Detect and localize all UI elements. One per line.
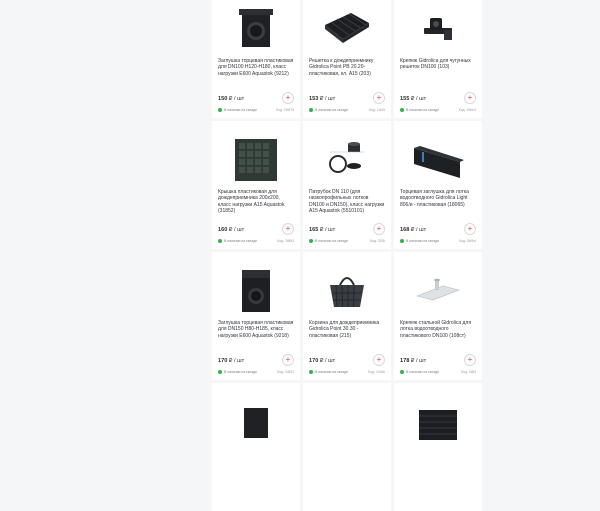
product-card[interactable]: Заглушка торцевая пластиковая для DN150 …: [212, 252, 300, 380]
plus-icon: +: [376, 355, 382, 364]
add-to-cart-button[interactable]: +: [464, 223, 476, 235]
add-to-cart-button[interactable]: +: [373, 354, 385, 366]
add-to-cart-button[interactable]: +: [464, 92, 476, 104]
in-stock-icon: [218, 239, 222, 243]
plus-icon: +: [285, 224, 291, 233]
plus-icon: +: [285, 355, 291, 364]
plus-icon: +: [285, 93, 291, 102]
in-stock-icon: [309, 370, 313, 374]
stock-status: В наличии на складе: [218, 108, 257, 112]
add-to-cart-button[interactable]: +: [373, 92, 385, 104]
product-image[interactable]: [394, 4, 482, 54]
stock-status: В наличии на складе: [400, 108, 439, 112]
product-price: 153 ₽ / шт: [309, 96, 336, 102]
product-price: 168 ₽ / шт: [400, 227, 427, 233]
product-sku: Код: 2i4i03: [277, 370, 294, 374]
in-stock-icon: [400, 239, 404, 243]
stock-status: В наличии на складе: [400, 370, 439, 374]
product-sku: Код: 14i05: [369, 108, 385, 112]
end-cap-icon: [244, 408, 268, 438]
product-price: 160 ₽ / шт: [218, 227, 245, 233]
product-card[interactable]: Крепеж Gidrolica для чугунных решеток DN…: [394, 0, 482, 118]
add-to-cart-button[interactable]: +: [464, 354, 476, 366]
product-image[interactable]: [303, 266, 391, 316]
product-title[interactable]: Заглушка торцевая пластиковая для DN100 …: [218, 58, 294, 77]
product-sku: Код: 34i9nt: [459, 239, 476, 243]
plus-icon: +: [467, 93, 473, 102]
grate-icon: [419, 410, 457, 440]
product-card[interactable]: [303, 383, 391, 511]
product-sku: Код: 2i8i4: [461, 370, 476, 374]
product-title[interactable]: Крепеж Gidrolica для чугунных решеток DN…: [400, 58, 476, 71]
add-to-cart-button[interactable]: +: [282, 223, 294, 235]
plus-icon: +: [467, 224, 473, 233]
product-sku: Код: 2i9875: [276, 108, 294, 112]
add-to-cart-button[interactable]: +: [282, 92, 294, 104]
product-sku: Код: 24i16i: [368, 370, 385, 374]
product-image[interactable]: [303, 135, 391, 185]
in-stock-icon: [218, 370, 222, 374]
product-sku: Код: 32i3i: [370, 239, 385, 243]
product-title[interactable]: Крепеж стальной Gidrolica для лотка водо…: [400, 320, 476, 339]
product-card[interactable]: [212, 383, 300, 511]
in-stock-icon: [400, 108, 404, 112]
product-title[interactable]: Крышка пластиковая для дождеприемника 20…: [218, 189, 294, 215]
product-price: 178 ₽ / шт: [400, 358, 427, 364]
plus-icon: +: [467, 355, 473, 364]
product-sku: Код: 2i56i3: [277, 239, 294, 243]
plus-icon: +: [376, 93, 382, 102]
product-price: 150 ₽ / шт: [218, 96, 245, 102]
product-image[interactable]: [212, 135, 300, 185]
product-card[interactable]: [394, 383, 482, 511]
in-stock-icon: [309, 239, 313, 243]
product-image[interactable]: [212, 397, 300, 447]
product-image[interactable]: [394, 397, 482, 447]
product-title[interactable]: Патрубок DN 110 (для низкопрофильных лот…: [309, 189, 385, 215]
product-price: 170 ₽ / шт: [218, 358, 245, 364]
product-image[interactable]: [212, 4, 300, 54]
product-price: 155 ₽ / шт: [400, 96, 427, 102]
plus-icon: +: [376, 224, 382, 233]
product-title[interactable]: Корзина для дождеприемника Gidrolica Poi…: [309, 320, 385, 339]
add-to-cart-button[interactable]: +: [373, 223, 385, 235]
product-sku: Код: 15eeЗ: [458, 108, 476, 112]
product-card[interactable]: Решетка к дождеприемнику Gidrolica Point…: [303, 0, 391, 118]
steel-bracket-icon: [416, 278, 460, 301]
channel-end-cap-icon: [414, 146, 464, 178]
product-title[interactable]: Торцевая заглушка для лотка водоотводног…: [400, 189, 476, 208]
product-image[interactable]: [303, 397, 391, 447]
pipe-fitting-icon: [329, 142, 364, 173]
product-image[interactable]: [394, 135, 482, 185]
stock-status: В наличии на складе: [218, 370, 257, 374]
end-cap-icon: [239, 9, 273, 47]
stock-status: В наличии на складе: [400, 239, 439, 243]
product-price: 165 ₽ / шт: [309, 227, 336, 233]
end-cap-icon: [242, 270, 270, 312]
product-card[interactable]: Заглушка торцевая пластиковая для DN100 …: [212, 0, 300, 118]
product-grid: Заглушка торцевая пластиковая для DN100 …: [212, 0, 482, 511]
product-price: 170 ₽ / шт: [309, 358, 336, 364]
in-stock-icon: [309, 108, 313, 112]
product-card[interactable]: Торцевая заглушка для лотка водоотводног…: [394, 121, 482, 249]
plastic-cover-icon: [235, 139, 277, 181]
grate-icon: [325, 13, 369, 43]
in-stock-icon: [218, 108, 222, 112]
product-image[interactable]: [394, 266, 482, 316]
stock-status: В наличии на складе: [218, 239, 257, 243]
product-card[interactable]: Крышка пластиковая для дождеприемника 20…: [212, 121, 300, 249]
in-stock-icon: [400, 370, 404, 374]
basket-icon: [330, 277, 364, 308]
clamp-icon: [424, 18, 452, 40]
product-title[interactable]: Решетка к дождеприемнику Gidrolica Point…: [309, 58, 385, 77]
stock-status: В наличии на складе: [309, 370, 348, 374]
product-card[interactable]: Крепеж стальной Gidrolica для лотка водо…: [394, 252, 482, 380]
product-image[interactable]: [212, 266, 300, 316]
product-image[interactable]: [303, 4, 391, 54]
add-to-cart-button[interactable]: +: [282, 354, 294, 366]
stock-status: В наличии на складе: [309, 108, 348, 112]
product-card[interactable]: Корзина для дождеприемника Gidrolica Poi…: [303, 252, 391, 380]
product-title[interactable]: Заглушка торцевая пластиковая для DN150 …: [218, 320, 294, 339]
product-card[interactable]: Патрубок DN 110 (для низкопрофильных лот…: [303, 121, 391, 249]
stock-status: В наличии на складе: [309, 239, 348, 243]
